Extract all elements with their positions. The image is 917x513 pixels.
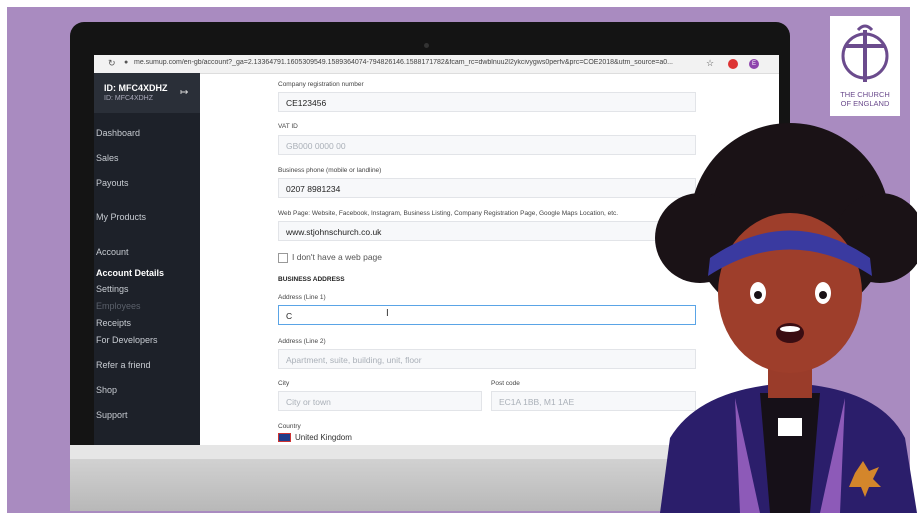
extension-icon[interactable] bbox=[728, 59, 738, 69]
merchant-header: ID: MFC4XDHZ ID: MFC4XDHZ ↦ bbox=[94, 73, 200, 113]
no-webpage-checkbox[interactable] bbox=[278, 253, 288, 263]
sidebar-item-employees[interactable]: Employees bbox=[96, 301, 141, 311]
address1-input[interactable]: C bbox=[278, 305, 696, 325]
sidebar-item-settings[interactable]: Settings bbox=[96, 284, 129, 294]
sidebar-item-dashboard[interactable]: Dashboard bbox=[96, 128, 140, 138]
browser-address-bar[interactable]: ↻ ● me.sumup.com/en-gb/account?_ga=2.133… bbox=[94, 55, 779, 74]
church-logo: THE CHURCH OF ENGLAND bbox=[830, 16, 900, 116]
sidebar-item-support[interactable]: Support bbox=[96, 410, 128, 420]
address1-label: Address (Line 1) bbox=[278, 294, 326, 301]
webcam bbox=[424, 43, 429, 48]
reload-icon[interactable]: ↻ bbox=[108, 58, 116, 69]
uk-flag-icon bbox=[278, 433, 291, 443]
profile-avatar[interactable]: E bbox=[749, 59, 759, 69]
sidebar-item-sales[interactable]: Sales bbox=[96, 153, 119, 163]
phone-label: Business phone (mobile or landline) bbox=[278, 167, 382, 174]
text-cursor-icon: I bbox=[386, 308, 389, 319]
merchant-id: ID: MFC4XDHZ bbox=[104, 83, 168, 93]
sidebar-item-refer-a-friend[interactable]: Refer a friend bbox=[96, 360, 151, 370]
city-label: City bbox=[278, 380, 290, 387]
address2-input[interactable]: Apartment, suite, building, unit, floor bbox=[278, 349, 696, 369]
postcode-label: Post code bbox=[491, 380, 520, 387]
sidebar-item-receipts[interactable]: Receipts bbox=[96, 318, 131, 328]
sidebar: ID: MFC4XDHZ ID: MFC4XDHZ ↦ Dashboard Sa… bbox=[94, 73, 200, 445]
sidebar-item-payouts[interactable]: Payouts bbox=[96, 178, 129, 188]
country-label: Country bbox=[278, 423, 301, 430]
bookmark-star-icon[interactable]: ☆ bbox=[706, 58, 714, 69]
lock-icon: ● bbox=[124, 59, 129, 66]
city-input[interactable]: City or town bbox=[278, 391, 482, 411]
church-cross-icon bbox=[841, 24, 889, 82]
sidebar-item-my-products[interactable]: My Products bbox=[96, 212, 146, 222]
logout-icon[interactable]: ↦ bbox=[180, 87, 188, 98]
no-webpage-label[interactable]: I don't have a web page bbox=[292, 252, 382, 262]
sidebar-item-account-details[interactable]: Account Details bbox=[96, 268, 164, 278]
phone-input[interactable]: 0207 8981234 bbox=[278, 178, 696, 198]
sidebar-item-account[interactable]: Account bbox=[96, 247, 129, 257]
merchant-id-sub: ID: MFC4XDHZ bbox=[104, 95, 153, 102]
country-value: United Kingdom bbox=[295, 433, 352, 442]
country-select[interactable]: United Kingdom bbox=[278, 433, 352, 443]
church-logo-text: THE CHURCH OF ENGLAND bbox=[840, 90, 890, 108]
company-reg-label: Company registration number bbox=[278, 81, 364, 88]
clerical-collar bbox=[778, 418, 802, 436]
presenter-illustration bbox=[655, 123, 917, 513]
company-reg-input[interactable]: CE123456 bbox=[278, 92, 696, 112]
sidebar-item-for-developers[interactable]: For Developers bbox=[96, 335, 158, 345]
webpage-label: Web Page: Website, Facebook, Instagram, … bbox=[278, 210, 619, 217]
address2-label: Address (Line 2) bbox=[278, 338, 326, 345]
vat-label: VAT ID bbox=[278, 123, 298, 130]
business-address-heading: BUSINESS ADDRESS bbox=[278, 276, 345, 283]
sidebar-item-shop[interactable]: Shop bbox=[96, 385, 117, 395]
url-text[interactable]: me.sumup.com/en-gb/account?_ga=2.1336479… bbox=[134, 59, 694, 66]
vat-input[interactable]: GB000 0000 00 bbox=[278, 135, 696, 155]
webpage-input[interactable]: www.stjohnschurch.co.uk bbox=[278, 221, 696, 241]
